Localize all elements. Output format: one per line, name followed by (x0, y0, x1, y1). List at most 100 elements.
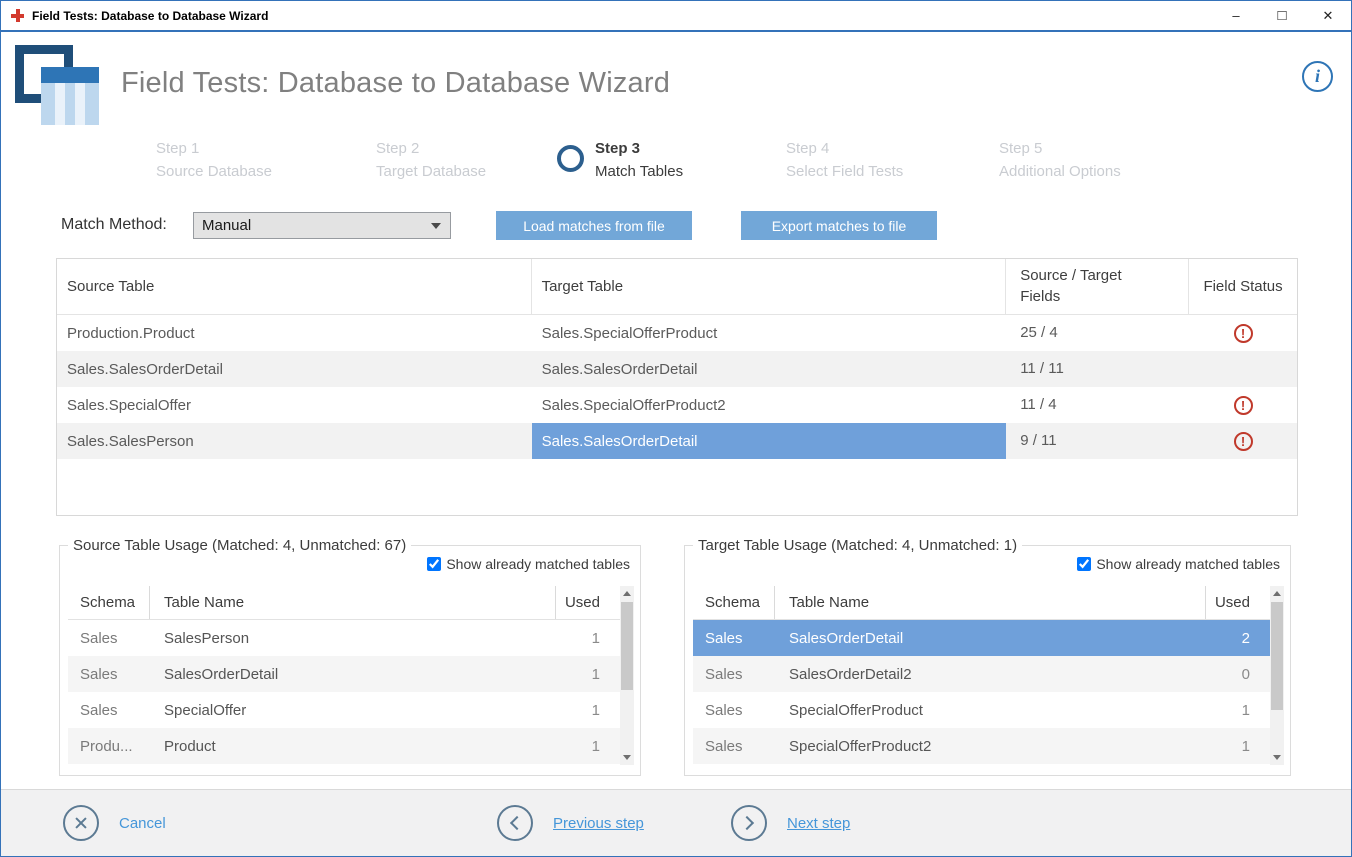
table-name-cell: SalesOrderDetail (150, 656, 556, 692)
fields-count-cell: 11 / 11 (1006, 351, 1189, 387)
target-usage-title: Target Table Usage (Matched: 4, Unmatche… (693, 537, 1022, 554)
source-show-matched-checkbox[interactable] (427, 557, 441, 571)
fields-count-cell: 25 / 4 (1006, 315, 1189, 351)
column-header-used[interactable]: Used (1206, 586, 1270, 619)
source-show-matched-label: Show already matched tables (446, 556, 630, 572)
table-name-cell: SpecialOfferProduct2 (775, 728, 1206, 764)
info-icon[interactable]: i (1302, 61, 1333, 92)
step-label: Step 3 (595, 137, 683, 160)
warning-icon: ! (1234, 396, 1253, 415)
source-table-cell[interactable]: Production.Product (57, 315, 532, 351)
chevron-right-icon (731, 805, 767, 841)
previous-step-label: Previous step (553, 815, 644, 832)
used-cell: 2 (1206, 620, 1270, 656)
table-name-cell: SalesOrderDetail (775, 620, 1206, 656)
export-matches-button[interactable]: Export matches to file (741, 211, 937, 240)
used-cell: 0 (1206, 656, 1270, 692)
step-sublabel: Match Tables (595, 160, 683, 183)
source-table-cell[interactable]: Sales.SpecialOffer (57, 387, 532, 423)
schema-cell: Sales (693, 656, 775, 692)
window-controls: – □ ✕ (1213, 1, 1351, 30)
column-header-target-table[interactable]: Target Table (532, 259, 1007, 314)
usage-table-row[interactable]: SalesSpecialOfferProduct1 (693, 692, 1270, 728)
target-usage-scrollbar[interactable] (1270, 586, 1284, 765)
target-table-cell[interactable]: Sales.SpecialOfferProduct2 (532, 387, 1007, 423)
target-table-cell[interactable]: Sales.SalesOrderDetail (532, 423, 1007, 459)
usage-table-row[interactable]: SalesSpecialOffer1 (68, 692, 620, 728)
step-2: Step 2 Target Database (376, 137, 486, 184)
match-table-header: Source Table Target Table Source / Targe… (57, 259, 1297, 315)
match-table-row[interactable]: Sales.SalesPersonSales.SalesOrderDetail9… (57, 423, 1297, 459)
field-status-cell: ! (1189, 423, 1297, 459)
column-header-source-table[interactable]: Source Table (57, 259, 532, 314)
scroll-up-icon[interactable] (1270, 586, 1284, 601)
column-header-field-status[interactable]: Field Status (1189, 259, 1297, 314)
step-5: Step 5 Additional Options (999, 137, 1121, 184)
column-header-table-name[interactable]: Table Name (150, 586, 556, 619)
schema-cell: Sales (68, 692, 150, 728)
next-step-button[interactable]: Next step (731, 805, 850, 841)
match-table: Source Table Target Table Source / Targe… (56, 258, 1298, 516)
close-button[interactable]: ✕ (1305, 1, 1351, 30)
scroll-down-icon[interactable] (1270, 750, 1284, 765)
table-name-cell: SalesPerson (150, 620, 556, 656)
scroll-down-icon[interactable] (620, 750, 634, 765)
target-table-cell[interactable]: Sales.SpecialOfferProduct (532, 315, 1007, 351)
match-table-row[interactable]: Production.ProductSales.SpecialOfferProd… (57, 315, 1297, 351)
field-status-cell: ! (1189, 315, 1297, 351)
next-step-label: Next step (787, 815, 850, 832)
warning-icon: ! (1234, 432, 1253, 451)
source-show-matched-toggle[interactable]: Show already matched tables (427, 556, 630, 572)
target-table-cell[interactable]: Sales.SalesOrderDetail (532, 351, 1007, 387)
schema-cell: Produ... (68, 728, 150, 764)
match-table-row[interactable]: Sales.SalesOrderDetailSales.SalesOrderDe… (57, 351, 1297, 387)
source-usage-body: SalesSalesPerson1SalesSalesOrderDetail1S… (68, 620, 634, 764)
match-table-row[interactable]: Sales.SpecialOfferSales.SpecialOfferProd… (57, 387, 1297, 423)
page-title: Field Tests: Database to Database Wizard (121, 67, 670, 100)
source-usage-title: Source Table Usage (Matched: 4, Unmatche… (68, 537, 411, 554)
usage-table-row[interactable]: SalesSalesOrderDetail1 (68, 656, 620, 692)
window-title: Field Tests: Database to Database Wizard (32, 9, 268, 23)
source-usage-scrollbar[interactable] (620, 586, 634, 765)
column-header-table-name[interactable]: Table Name (775, 586, 1206, 619)
previous-step-button[interactable]: Previous step (497, 805, 644, 841)
used-cell: 1 (1206, 728, 1270, 764)
source-table-cell[interactable]: Sales.SalesOrderDetail (57, 351, 532, 387)
column-header-schema[interactable]: Schema (68, 586, 150, 619)
scroll-thumb[interactable] (1271, 602, 1283, 710)
target-show-matched-toggle[interactable]: Show already matched tables (1077, 556, 1280, 572)
schema-cell: Sales (68, 620, 150, 656)
field-status-cell: ! (1189, 387, 1297, 423)
cancel-button[interactable]: Cancel (63, 805, 166, 841)
cancel-icon (63, 805, 99, 841)
usage-table-row[interactable]: SalesSalesOrderDetail20 (693, 656, 1270, 692)
source-table-cell[interactable]: Sales.SalesPerson (57, 423, 532, 459)
step-sublabel: Select Field Tests (786, 160, 903, 183)
maximize-button[interactable]: □ (1259, 1, 1305, 30)
target-usage-header: Schema Table Name Used (693, 586, 1270, 620)
column-header-used[interactable]: Used (556, 586, 620, 619)
used-cell: 1 (556, 656, 620, 692)
column-header-source-target-fields[interactable]: Source / Target Fields (1006, 259, 1189, 314)
warning-icon: ! (1234, 324, 1253, 343)
usage-table-row[interactable]: SalesSpecialOfferProduct21 (693, 728, 1270, 764)
scroll-thumb[interactable] (621, 602, 633, 690)
usage-table-row[interactable]: Produ...Product1 (68, 728, 620, 764)
load-matches-button[interactable]: Load matches from file (496, 211, 692, 240)
schema-cell: Sales (68, 656, 150, 692)
usage-table-row[interactable]: SalesSalesOrderDetail2 (693, 620, 1270, 656)
scroll-up-icon[interactable] (620, 586, 634, 601)
source-usage-table: Schema Table Name Used SalesSalesPerson1… (68, 586, 634, 765)
used-cell: 1 (556, 692, 620, 728)
chevron-down-icon (431, 223, 441, 229)
target-show-matched-checkbox[interactable] (1077, 557, 1091, 571)
step-1: Step 1 Source Database (156, 137, 272, 184)
target-show-matched-label: Show already matched tables (1096, 556, 1280, 572)
used-cell: 1 (556, 728, 620, 764)
schema-cell: Sales (693, 728, 775, 764)
fields-count-cell: 11 / 4 (1006, 387, 1189, 423)
minimize-button[interactable]: – (1213, 1, 1259, 30)
column-header-schema[interactable]: Schema (693, 586, 775, 619)
match-method-dropdown[interactable]: Manual (193, 212, 451, 239)
usage-table-row[interactable]: SalesSalesPerson1 (68, 620, 620, 656)
